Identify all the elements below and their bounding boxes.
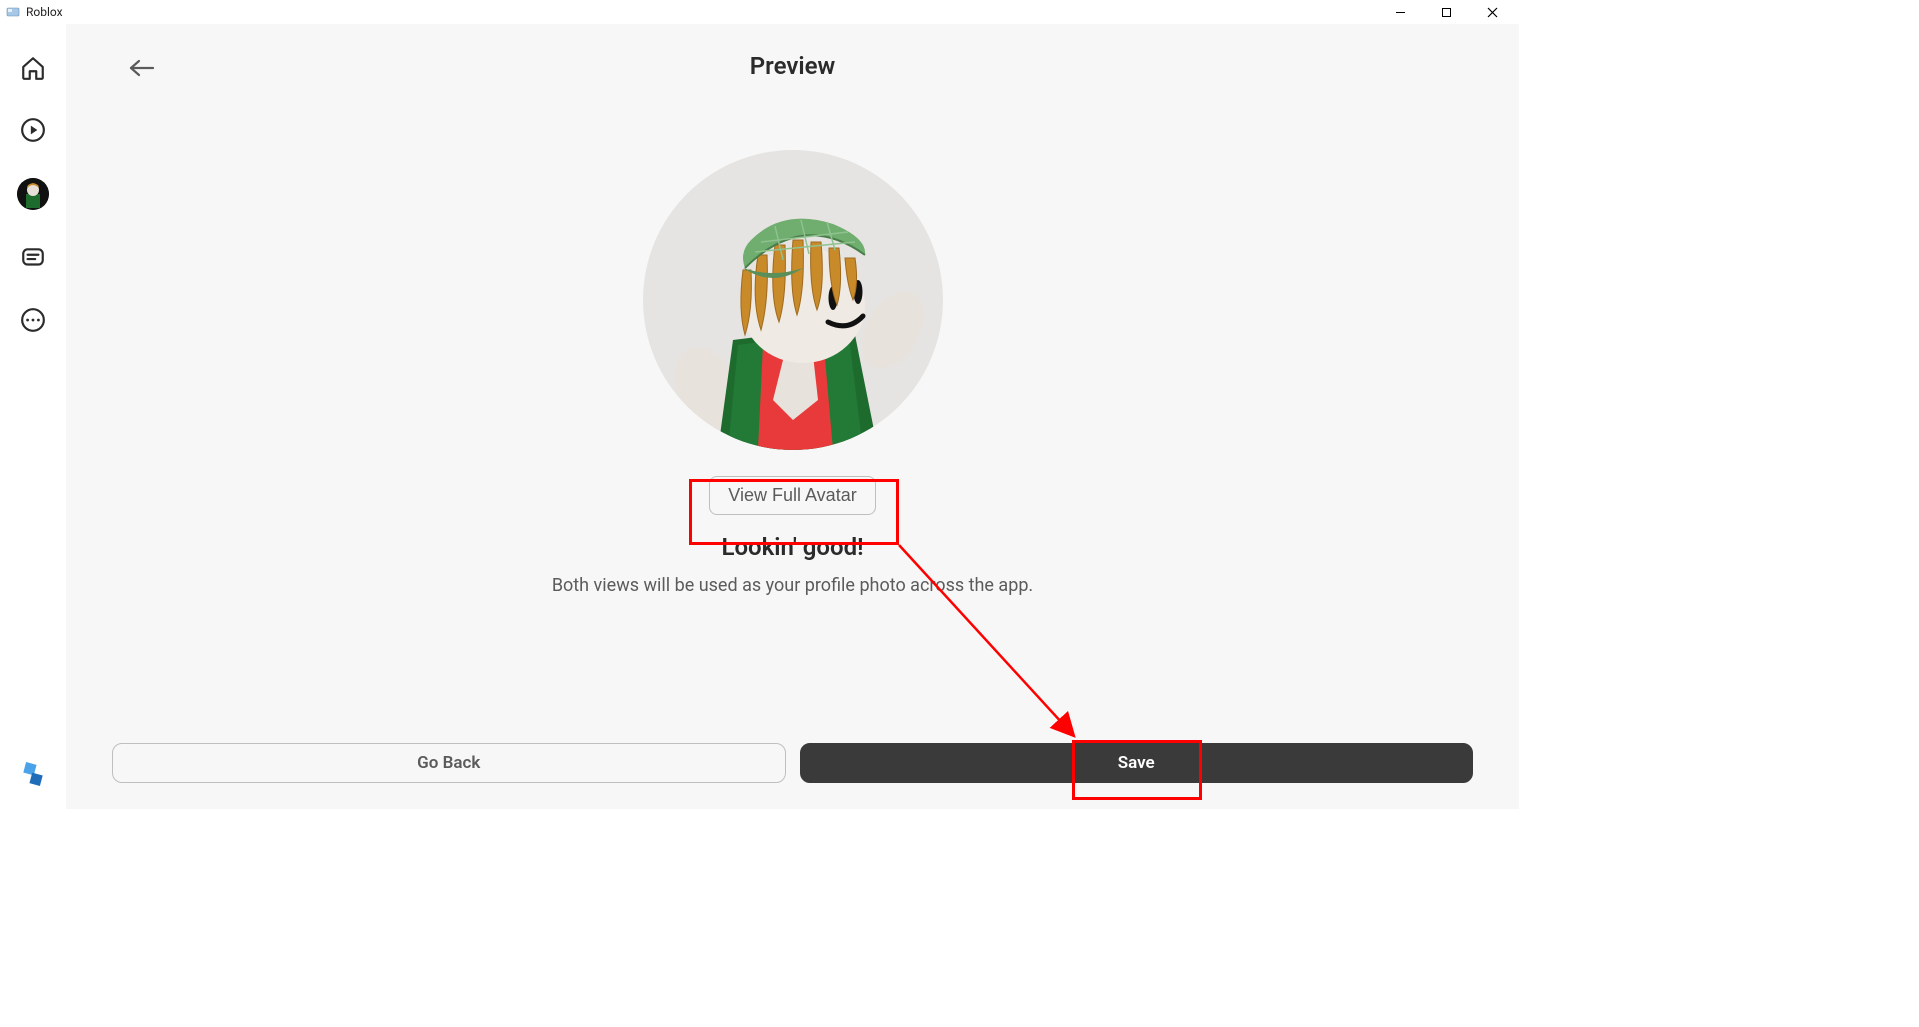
- window-title: Roblox: [26, 5, 63, 19]
- titlebar-left: Roblox: [6, 5, 63, 19]
- view-full-avatar-button[interactable]: View Full Avatar: [709, 476, 875, 515]
- avatar-illustration: [643, 150, 943, 450]
- avatar-preview: [643, 150, 943, 450]
- window-close-button[interactable]: [1469, 0, 1515, 24]
- go-back-button[interactable]: Go Back: [112, 743, 786, 783]
- sidebar-home[interactable]: [19, 54, 47, 82]
- sidebar-chat[interactable]: [19, 244, 47, 272]
- bottom-action-bar: Go Back Save: [66, 743, 1519, 809]
- app-icon: [6, 5, 20, 19]
- window-titlebar: Roblox: [0, 0, 1519, 24]
- app-root: Preview: [0, 24, 1519, 809]
- window-minimize-button[interactable]: [1377, 0, 1423, 24]
- main-content: Preview: [66, 24, 1519, 809]
- window-maximize-button[interactable]: [1423, 0, 1469, 24]
- back-arrow-button[interactable]: [128, 54, 156, 82]
- sidebar-studio[interactable]: [20, 761, 46, 791]
- lookin-good-heading: Lookin' good!: [721, 533, 863, 561]
- preview-area: View Full Avatar Lookin' good! Both view…: [66, 80, 1519, 743]
- sidebar-more[interactable]: [19, 306, 47, 334]
- page-title: Preview: [66, 52, 1519, 80]
- sidebar-avatar[interactable]: [17, 178, 49, 210]
- save-button[interactable]: Save: [800, 743, 1474, 783]
- sidebar-discover[interactable]: [19, 116, 47, 144]
- left-sidebar: [0, 24, 66, 809]
- window-controls: [1377, 0, 1515, 24]
- preview-subtitle: Both views will be used as your profile …: [552, 575, 1033, 596]
